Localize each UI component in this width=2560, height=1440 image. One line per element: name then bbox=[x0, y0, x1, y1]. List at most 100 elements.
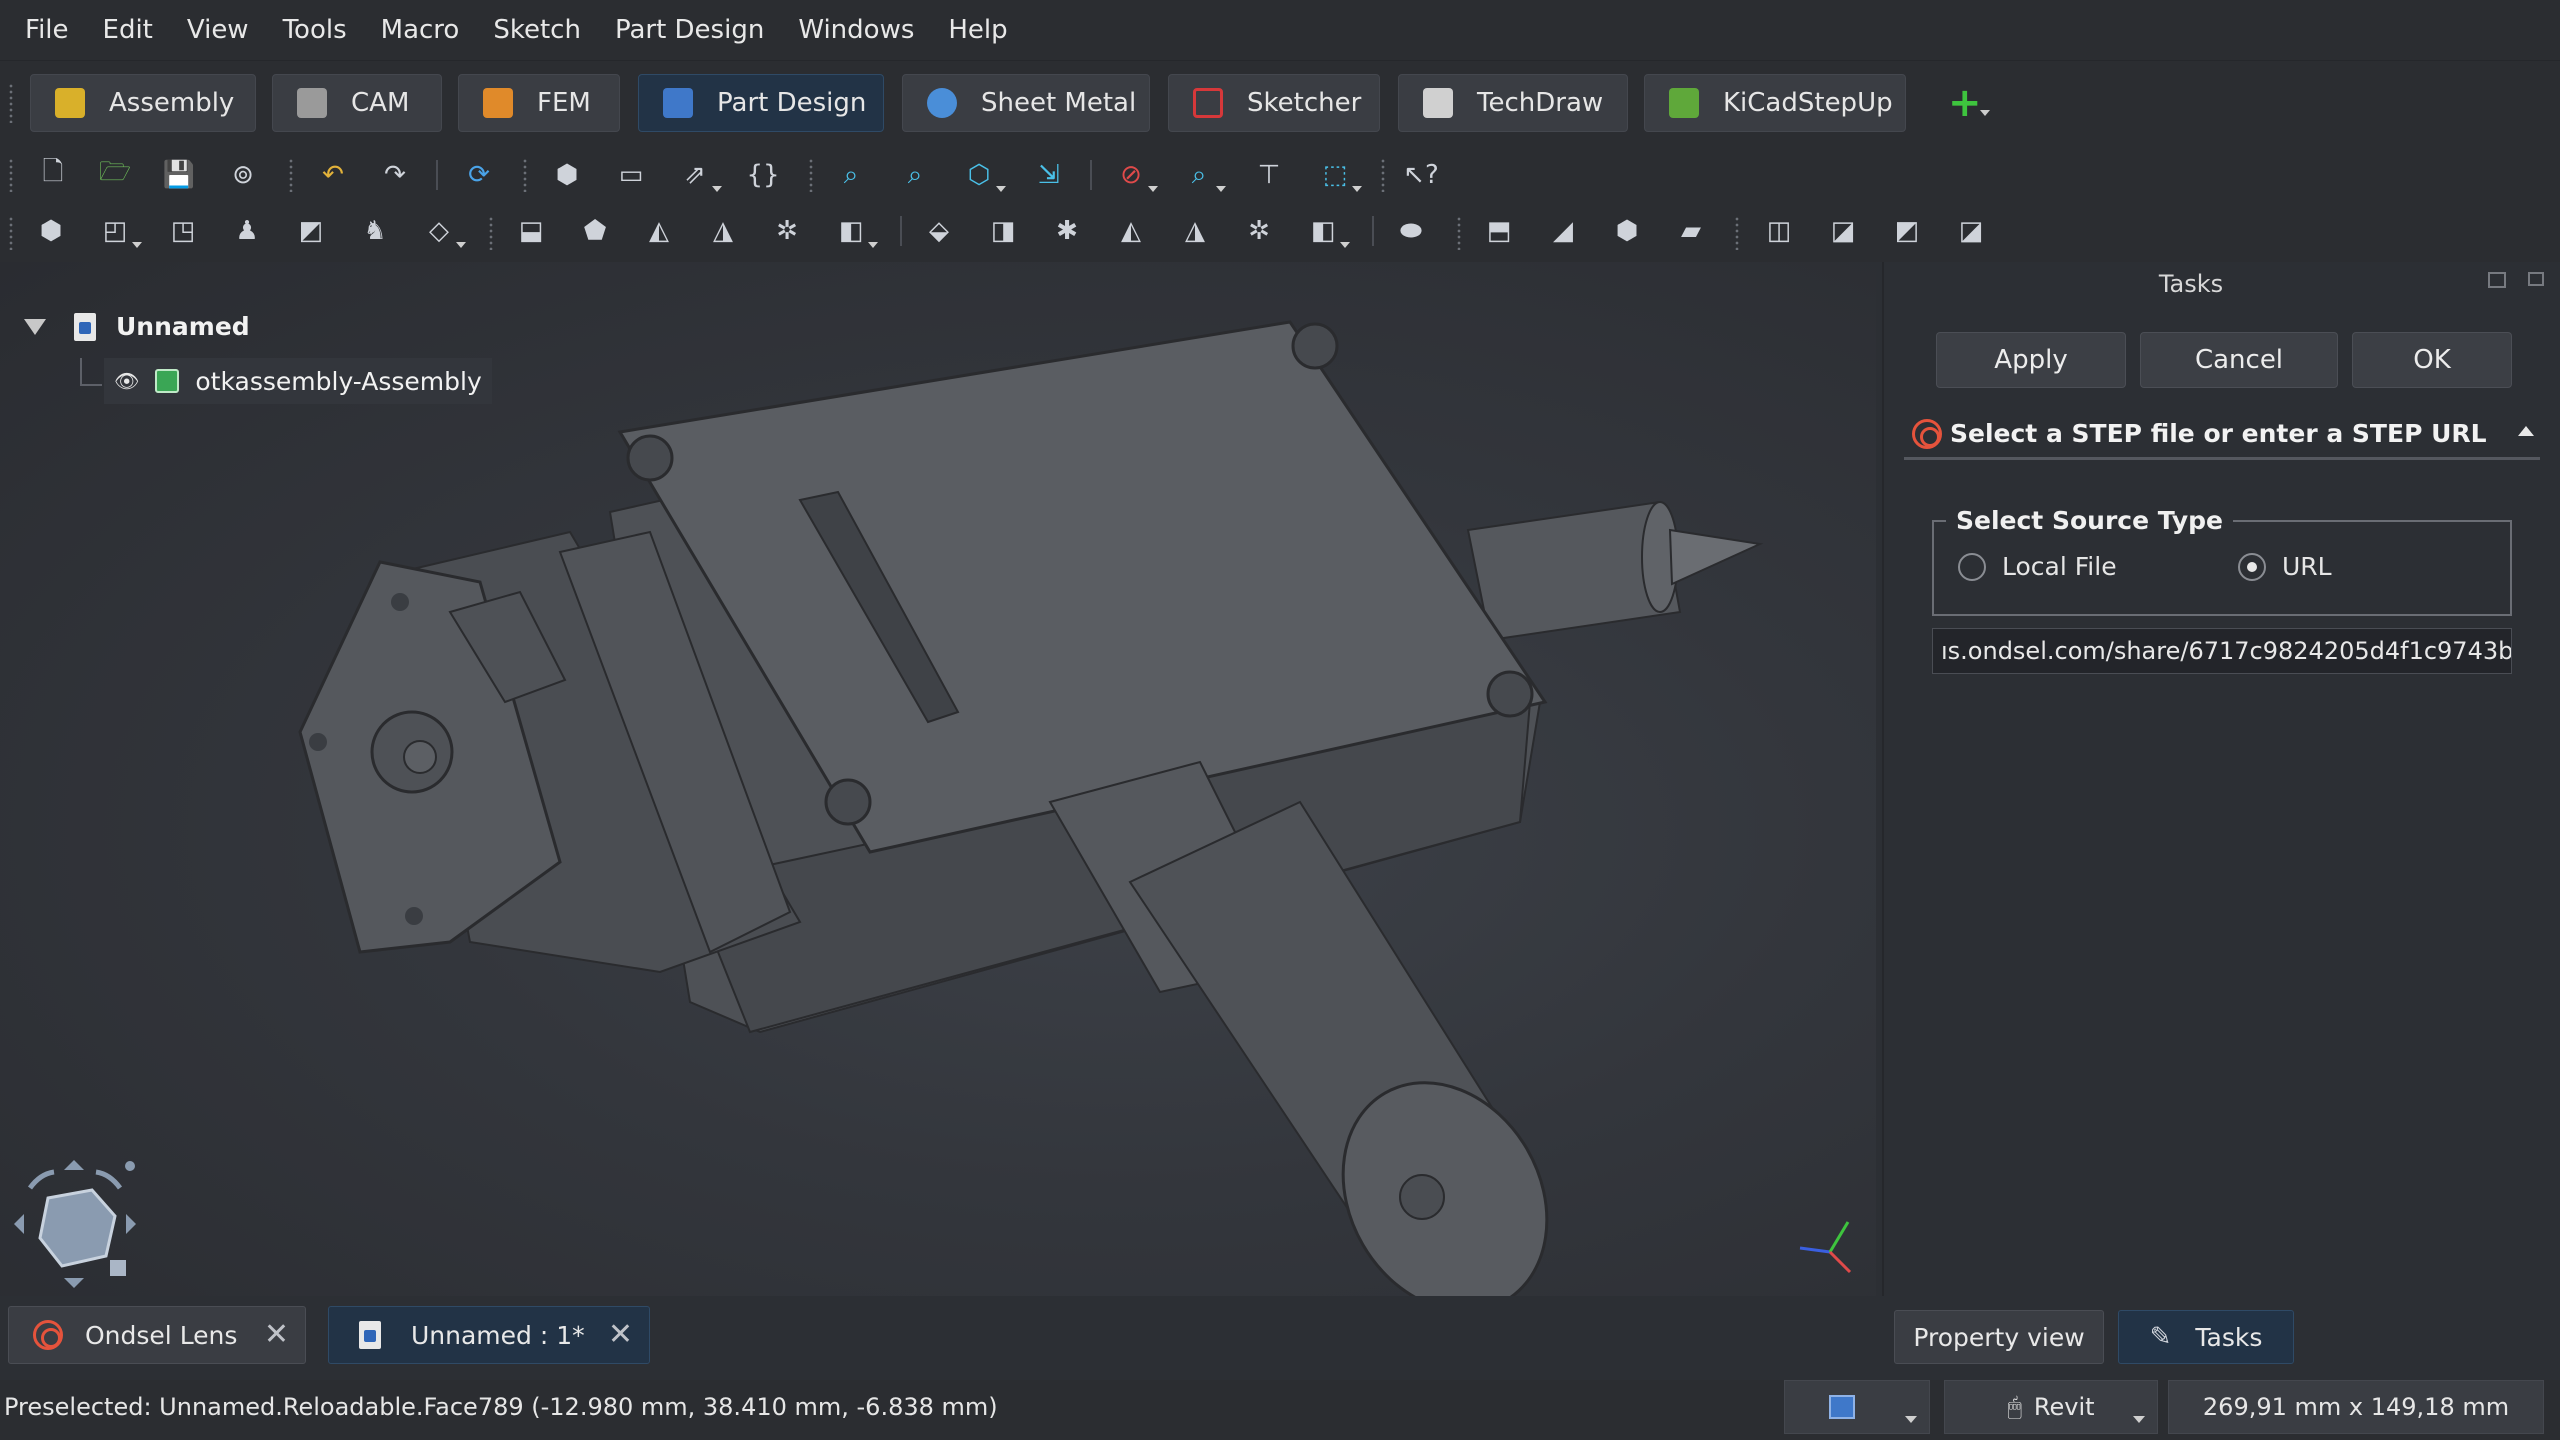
step-section-header[interactable]: Select a STEP file or enter a STEP URL bbox=[1904, 410, 2540, 460]
expand-arrow-icon[interactable] bbox=[24, 318, 46, 335]
fit-selection-icon[interactable]: ⌕ bbox=[900, 160, 930, 190]
collapse-arrow-icon[interactable] bbox=[2518, 426, 2534, 436]
datum-line-icon[interactable]: ◩ bbox=[296, 216, 326, 246]
workbench-tab-fem[interactable]: FEM bbox=[458, 74, 620, 132]
subtractive-pipe-icon[interactable]: ◮ bbox=[1180, 216, 1210, 246]
box-select-icon[interactable]: ⬚ bbox=[1320, 160, 1350, 190]
menu-part-design[interactable]: Part Design bbox=[598, 0, 781, 60]
menu-windows[interactable]: Windows bbox=[781, 0, 931, 60]
radio-circle[interactable] bbox=[1958, 552, 1986, 581]
link-icon[interactable]: ⇗ bbox=[680, 160, 710, 190]
fillet-icon[interactable]: ⬒ bbox=[1484, 216, 1514, 246]
pocket-icon[interactable]: ⬙ bbox=[924, 216, 954, 246]
chevron-down-icon[interactable] bbox=[132, 242, 142, 248]
close-icon[interactable]: ✕ bbox=[608, 1317, 633, 1352]
mirrored-icon[interactable]: ◫ bbox=[1764, 216, 1794, 246]
toolbar-grip[interactable] bbox=[8, 158, 14, 192]
chevron-down-icon[interactable] bbox=[712, 186, 722, 192]
navigation-style-selector[interactable]: 🖱 Revit bbox=[1944, 1380, 2158, 1434]
boolean-icon[interactable]: ⬬ bbox=[1396, 216, 1426, 246]
thickness-icon[interactable]: ▰ bbox=[1676, 216, 1706, 246]
ok-button[interactable]: OK bbox=[2352, 332, 2512, 388]
chevron-down-icon[interactable] bbox=[1352, 186, 1362, 192]
polar-pattern-icon[interactable]: ◩ bbox=[1892, 216, 1922, 246]
toolbar-grip[interactable] bbox=[522, 158, 528, 192]
fit-all-icon[interactable]: ⌕ bbox=[836, 160, 866, 190]
cancel-button[interactable]: Cancel bbox=[2140, 332, 2338, 388]
toolbar-grip[interactable] bbox=[8, 216, 14, 250]
redo-icon[interactable]: ↷ bbox=[380, 160, 410, 190]
chevron-down-icon[interactable] bbox=[1148, 186, 1158, 192]
chevron-down-icon[interactable] bbox=[1980, 110, 1990, 116]
hole-icon[interactable]: ◨ bbox=[988, 216, 1018, 246]
chevron-down-icon[interactable] bbox=[1905, 1416, 1917, 1423]
open-document-icon[interactable]: 🗁 bbox=[99, 157, 131, 190]
multi-transform-icon[interactable]: ◪ bbox=[1956, 216, 1986, 246]
loft-icon[interactable]: ◭ bbox=[644, 216, 674, 246]
chevron-down-icon[interactable] bbox=[456, 242, 466, 248]
helix-icon[interactable]: ✲ bbox=[772, 216, 802, 246]
save-icon[interactable]: 💾 bbox=[163, 160, 195, 190]
toolbar-grip[interactable] bbox=[1734, 216, 1740, 250]
pad-icon[interactable]: ⬓ bbox=[516, 216, 546, 246]
workbench-tab-techdraw[interactable]: TechDraw bbox=[1398, 74, 1628, 132]
doc-tab-unnamed[interactable]: Unnamed : 1* ✕ bbox=[328, 1306, 650, 1364]
chevron-down-icon[interactable] bbox=[868, 242, 878, 248]
body-icon[interactable]: ⬢ bbox=[36, 216, 66, 246]
draw-style-selector[interactable] bbox=[1784, 1380, 1930, 1434]
workbench-tab-cam[interactable]: CAM bbox=[272, 74, 442, 132]
chamfer-icon[interactable]: ◢ bbox=[1548, 216, 1578, 246]
menu-tools[interactable]: Tools bbox=[266, 0, 364, 60]
doc-tab-ondsel-lens[interactable]: Ondsel Lens ✕ bbox=[8, 1306, 306, 1364]
toolbar-grip[interactable] bbox=[1456, 216, 1462, 250]
3d-viewport[interactable] bbox=[0, 262, 1876, 1296]
chevron-down-icon[interactable] bbox=[996, 186, 1006, 192]
tree-root-document[interactable]: Unnamed bbox=[24, 312, 250, 341]
draw-style-icon[interactable]: ⬡ bbox=[964, 160, 994, 190]
subtractive-primitive-icon[interactable]: ◧ bbox=[1308, 216, 1338, 246]
undo-icon[interactable]: ↶ bbox=[318, 160, 348, 190]
variable-set-icon[interactable]: {} bbox=[746, 160, 779, 190]
float-window-icon[interactable] bbox=[2488, 272, 2506, 288]
toolbar-grip[interactable] bbox=[808, 158, 814, 192]
measure-icon[interactable]: ⇲ bbox=[1034, 160, 1064, 190]
tab-tasks[interactable]: ✎ Tasks bbox=[2118, 1310, 2294, 1364]
part-icon[interactable]: ⬢ bbox=[552, 160, 582, 190]
visibility-eye-icon[interactable]: 👁 bbox=[114, 369, 139, 393]
axis-cross-icon[interactable]: ⊤ bbox=[1254, 160, 1284, 190]
close-icon[interactable]: ✕ bbox=[264, 1317, 289, 1352]
shape-binder-icon[interactable]: ◇ bbox=[424, 216, 454, 246]
validate-sketch-icon[interactable]: ◳ bbox=[168, 216, 198, 246]
apply-button[interactable]: Apply bbox=[1936, 332, 2126, 388]
create-sketch-icon[interactable]: ◰ bbox=[100, 216, 130, 246]
tab-property-view[interactable]: Property view bbox=[1894, 1310, 2104, 1364]
menu-edit[interactable]: Edit bbox=[86, 0, 170, 60]
menu-help[interactable]: Help bbox=[931, 0, 1024, 60]
toolbar-grip[interactable] bbox=[488, 216, 494, 250]
datum-plane-icon[interactable]: ♞ bbox=[360, 216, 390, 246]
workbench-tab-sketcher[interactable]: Sketcher bbox=[1168, 74, 1380, 132]
whats-this-icon[interactable]: ↖? bbox=[1403, 160, 1439, 190]
refresh-icon[interactable]: ⟳ bbox=[464, 160, 494, 190]
subtractive-helix-icon[interactable]: ✲ bbox=[1244, 216, 1274, 246]
menu-view[interactable]: View bbox=[170, 0, 266, 60]
workbench-tab-kicadstepup[interactable]: KiCadStepUp bbox=[1644, 74, 1906, 132]
workbench-tab-sheet-metal[interactable]: Sheet Metal bbox=[902, 74, 1150, 132]
toolbar-grip[interactable] bbox=[1380, 158, 1386, 192]
menu-sketch[interactable]: Sketch bbox=[476, 0, 598, 60]
std-views-icon[interactable]: ⊘ bbox=[1116, 160, 1146, 190]
linear-pattern-icon[interactable]: ◪ bbox=[1828, 216, 1858, 246]
step-url-input[interactable]: ıs.ondsel.com/share/6717c9824205d4f1c974… bbox=[1932, 628, 2512, 674]
chevron-down-icon[interactable] bbox=[1216, 186, 1226, 192]
plus-icon[interactable]: + bbox=[1948, 80, 1982, 126]
close-panel-icon[interactable] bbox=[2528, 272, 2544, 286]
navigation-cube[interactable] bbox=[10, 1158, 140, 1288]
group-folder-icon[interactable]: ▭ bbox=[616, 160, 646, 190]
toolbar-grip[interactable] bbox=[8, 83, 14, 123]
macro-record-icon[interactable]: ⊚ bbox=[228, 160, 258, 190]
draft-icon[interactable]: ⬢ bbox=[1612, 216, 1642, 246]
datum-point-icon[interactable]: ♟ bbox=[232, 216, 262, 246]
chevron-down-icon[interactable] bbox=[1340, 242, 1350, 248]
radio-url[interactable]: URL bbox=[2238, 552, 2332, 581]
new-document-icon[interactable]: 🗋 bbox=[38, 157, 68, 190]
